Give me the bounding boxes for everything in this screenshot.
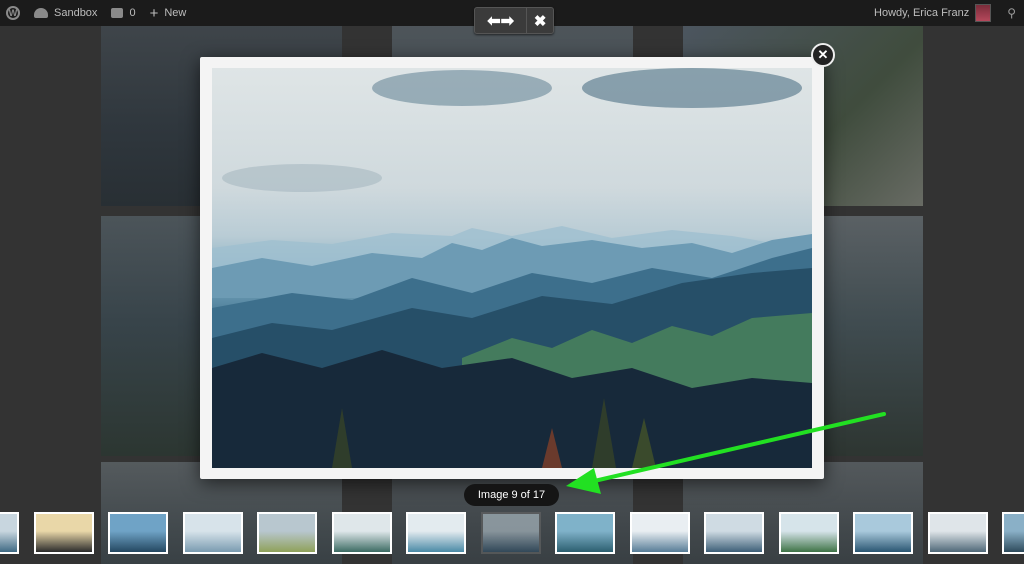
lightbox-modal bbox=[200, 57, 824, 479]
thumbnail[interactable] bbox=[853, 512, 913, 554]
gauge-icon bbox=[34, 8, 48, 18]
search-icon[interactable]: ⚲ bbox=[1007, 6, 1016, 20]
modal-close-button[interactable]: ✕ bbox=[811, 43, 835, 67]
wordpress-menu[interactable]: W bbox=[6, 6, 20, 20]
thumbnail[interactable] bbox=[34, 512, 94, 554]
admin-bar-right: Howdy, Erica Franz ⚲ bbox=[874, 0, 1016, 26]
lightbox-image bbox=[212, 68, 812, 468]
site-name: Sandbox bbox=[54, 7, 98, 19]
thumbnail[interactable] bbox=[183, 512, 243, 554]
avatar[interactable] bbox=[975, 4, 992, 22]
thumbnail[interactable] bbox=[481, 512, 541, 554]
lightbox-nav: ⬅ ➡ ✖ bbox=[474, 7, 554, 34]
thumbnail[interactable] bbox=[928, 512, 988, 554]
admin-bar-left: W Sandbox 0 + New bbox=[6, 0, 200, 26]
thumbnail[interactable] bbox=[555, 512, 615, 554]
arrow-right-icon[interactable]: ➡ bbox=[501, 11, 514, 31]
thumbnail[interactable] bbox=[108, 512, 168, 554]
wordpress-icon: W bbox=[6, 6, 20, 20]
image-counter: Image 9 of 17 bbox=[464, 484, 559, 506]
plus-icon: + bbox=[149, 4, 159, 22]
thumbnail[interactable] bbox=[1002, 512, 1024, 554]
thumbnail[interactable] bbox=[257, 512, 317, 554]
new-label: New bbox=[164, 7, 187, 19]
comment-bubble-icon bbox=[111, 8, 124, 18]
prev-next-buttons[interactable]: ⬅ ➡ bbox=[475, 8, 528, 33]
thumbnail[interactable] bbox=[406, 512, 466, 554]
thumbnail-strip bbox=[0, 512, 1024, 558]
new-menu[interactable]: + New bbox=[150, 5, 187, 22]
mountain-landscape bbox=[212, 68, 812, 468]
site-menu[interactable]: Sandbox bbox=[34, 7, 97, 19]
arrow-left-icon[interactable]: ⬅ bbox=[487, 11, 500, 31]
thumbnail[interactable] bbox=[704, 512, 764, 554]
close-icon[interactable]: ✖ bbox=[527, 8, 553, 33]
thumbnail[interactable] bbox=[332, 512, 392, 554]
comments-menu[interactable]: 0 bbox=[111, 7, 136, 19]
thumbnail[interactable] bbox=[630, 512, 690, 554]
thumbnail[interactable] bbox=[779, 512, 839, 554]
user-greeting[interactable]: Howdy, Erica Franz bbox=[874, 7, 969, 19]
thumbnail[interactable] bbox=[0, 512, 19, 554]
comments-count: 0 bbox=[129, 7, 136, 19]
